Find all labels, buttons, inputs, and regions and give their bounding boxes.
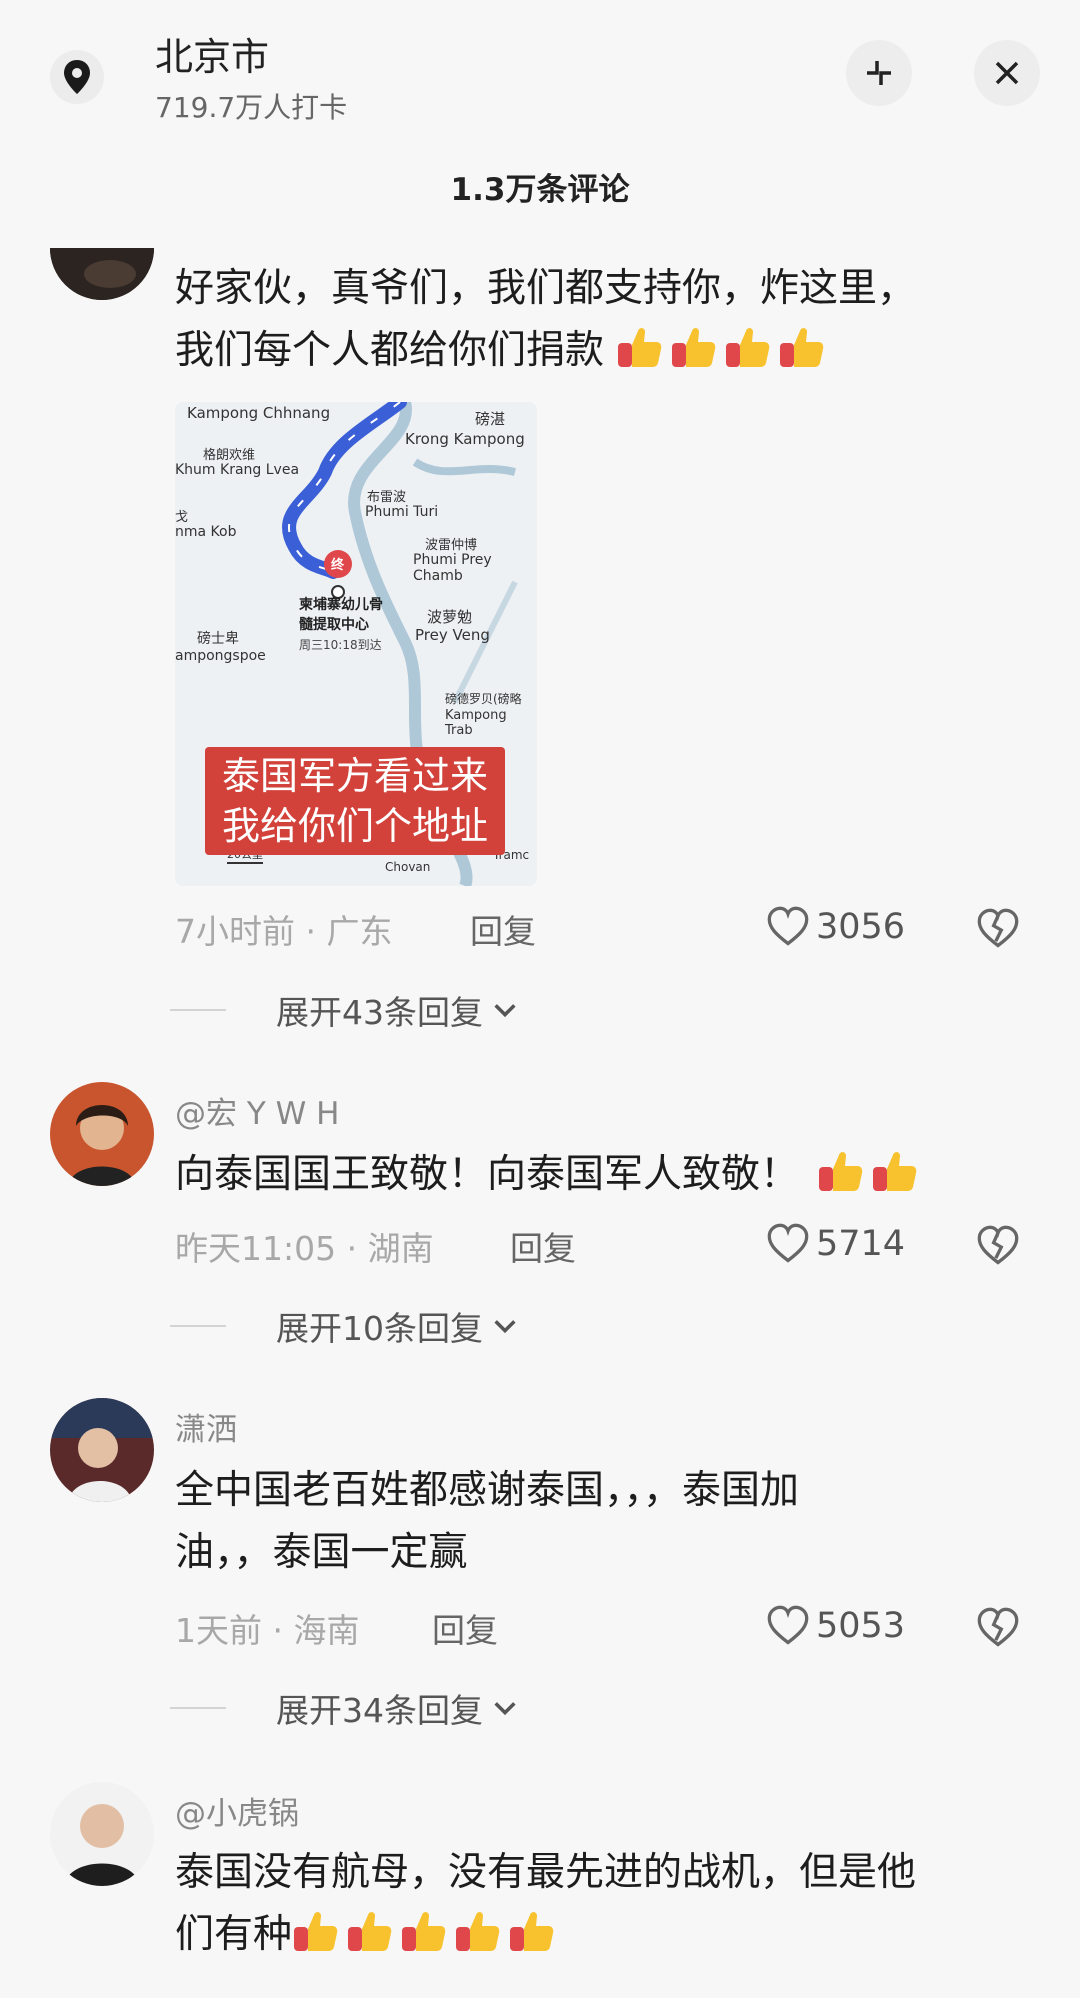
map-label: 波萝勉 <box>427 608 473 626</box>
divider <box>170 1325 226 1327</box>
like-count: 3056 <box>816 907 906 947</box>
like-button[interactable]: 5053 <box>766 1604 905 1648</box>
chevron-down-icon <box>491 1312 519 1340</box>
thumbs-up-emoji <box>400 1907 448 1955</box>
like-button[interactable]: 3056 <box>766 905 905 949</box>
map-label: 周三10:18到达 <box>299 638 382 652</box>
like-button[interactable]: 5714 <box>766 1222 905 1266</box>
like-count: 5714 <box>816 1224 906 1264</box>
username[interactable]: 潇洒 <box>175 1404 237 1449</box>
heart-icon <box>766 1222 810 1266</box>
expand-replies-button[interactable]: 展开10条回复 <box>170 1302 519 1350</box>
thumbs-up-emoji <box>724 323 772 371</box>
thumbs-up-emoji <box>871 1147 919 1195</box>
comment-meta: 昨天11:05 · 湖南 <box>175 1229 434 1268</box>
map-label: Prey Veng <box>415 626 490 644</box>
comment-meta: 7小时前 · 广东 <box>175 912 393 951</box>
map-label: Phumi Prey Chamb <box>413 552 492 584</box>
broken-heart-icon[interactable] <box>976 1224 1020 1272</box>
expand-replies-button[interactable]: 展开34条回复 <box>170 1684 519 1732</box>
comment-meta: 1天前 · 海南 <box>175 1611 360 1650</box>
checkin-count: 719.7万人打卡 <box>155 91 348 124</box>
emoji-group <box>292 1912 562 1957</box>
destination-marker: 终 <box>331 558 345 573</box>
expand-label: 展开10条回复 <box>276 1309 483 1348</box>
like-count: 5053 <box>816 1606 906 1646</box>
location-title: 北京市 <box>155 35 270 79</box>
comment-text: 泰国没有航母，没有最先进的战机，但是他 们有种 <box>175 1850 917 1957</box>
heart-icon <box>766 1604 810 1648</box>
caption-line: 泰国军方看过来 <box>221 754 488 798</box>
comment-text: 向泰国国王致敬！向泰国军人致敬！ <box>175 1144 925 1206</box>
emoji-group <box>817 1152 925 1197</box>
thumbs-up-emoji <box>508 1907 556 1955</box>
map-label: nma Kob <box>175 524 237 540</box>
expand-replies-button[interactable]: 展开43条回复 <box>170 986 519 1034</box>
thumbs-up-emoji <box>817 1147 865 1195</box>
chevron-down-icon <box>491 996 519 1024</box>
location-pin-icon[interactable] <box>50 50 104 104</box>
map-label: 戈 <box>175 510 189 525</box>
map-label: ampongspoe <box>175 648 266 664</box>
thumbs-up-emoji <box>346 1907 394 1955</box>
chevron-down-icon <box>491 1694 519 1722</box>
map-label: Krong Kampong <box>405 430 525 448</box>
map-label: Khum Krang Lvea <box>175 462 300 478</box>
map-label: 髓提取中心 <box>299 617 369 633</box>
emoji-group <box>604 328 832 373</box>
broken-heart-icon[interactable] <box>976 1606 1020 1654</box>
thumbs-up-emoji <box>454 1907 502 1955</box>
reply-button[interactable]: 回复 <box>510 1222 576 1270</box>
map-label: Kampong Trab <box>445 708 507 738</box>
heart-icon <box>766 905 810 949</box>
thumbs-up-emoji <box>670 323 718 371</box>
collapse-icon[interactable] <box>846 40 912 106</box>
avatar[interactable] <box>50 1398 154 1502</box>
avatar[interactable] <box>50 248 154 300</box>
broken-heart-icon[interactable] <box>976 907 1020 955</box>
map-image[interactable]: Kampong Chhnang 磅湛 Krong Kampong 格朗欢维 Kh… <box>175 402 537 886</box>
avatar[interactable] <box>50 1782 154 1886</box>
map-label: Chovan <box>385 860 431 874</box>
map-label: Phumi Turi <box>365 504 439 520</box>
map-label: 柬埔寨幼儿骨 <box>299 597 383 613</box>
map-label: 磅德罗贝(磅略 <box>445 692 522 706</box>
map-label: Kampong Chhnang <box>187 404 331 422</box>
comment-text: 好家伙，真爷们，我们都支持你，炸这里， 我们每个人都给你们捐款 <box>175 266 917 373</box>
comment-count: 1.3万条评论 <box>450 172 630 208</box>
close-icon[interactable] <box>974 40 1040 106</box>
map-label: 磅湛 <box>475 410 506 428</box>
thumbs-up-emoji <box>292 1907 340 1955</box>
username[interactable]: @宏 Y W H <box>175 1088 339 1133</box>
avatar[interactable] <box>50 1082 154 1186</box>
map-label: 波雷仲博 <box>425 538 478 553</box>
divider <box>170 1009 226 1011</box>
caption-line: 我给你们个地址 <box>221 804 488 848</box>
comment-text: 全中国老百姓都感谢泰国，，，泰国加 油，，泰国一定赢 <box>175 1468 800 1575</box>
username[interactable]: @小虎锅 <box>175 1788 299 1833</box>
thumbs-up-emoji <box>616 323 664 371</box>
map-label: 格朗欢维 <box>203 448 256 463</box>
expand-label: 展开43条回复 <box>276 993 483 1032</box>
expand-label: 展开34条回复 <box>276 1691 483 1730</box>
map-caption: 泰国军方看过来 我给你们个地址 <box>205 747 505 855</box>
map-label: 布雷波 <box>367 490 407 505</box>
divider <box>170 1707 226 1709</box>
map-label: 磅士卑 <box>197 631 239 647</box>
thumbs-up-emoji <box>778 323 826 371</box>
reply-button[interactable]: 回复 <box>432 1604 498 1652</box>
reply-button[interactable]: 回复 <box>470 905 536 953</box>
